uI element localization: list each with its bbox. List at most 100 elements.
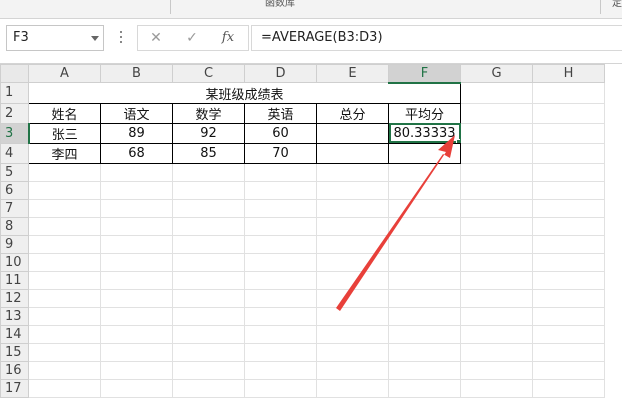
cell[interactable]: [244, 378, 317, 398]
column-header-d[interactable]: D: [244, 64, 317, 83]
column-header-f[interactable]: F: [388, 64, 461, 84]
row-header-15[interactable]: 15: [0, 342, 29, 362]
cell[interactable]: [100, 216, 173, 236]
cell[interactable]: [460, 342, 533, 362]
more-options-icon[interactable]: [118, 31, 124, 45]
row-header-3[interactable]: 3: [0, 122, 30, 144]
cell[interactable]: [28, 306, 101, 326]
cell[interactable]: [460, 234, 533, 254]
cell[interactable]: [388, 306, 461, 326]
row-header-8[interactable]: 8: [0, 216, 29, 236]
cell[interactable]: [460, 324, 533, 344]
header-cell-chinese[interactable]: 语文: [100, 102, 173, 124]
cell[interactable]: [460, 306, 533, 326]
column-header-h[interactable]: H: [532, 64, 605, 83]
cell[interactable]: [172, 270, 245, 290]
cell[interactable]: [460, 102, 533, 124]
enter-icon[interactable]: ✓: [178, 28, 206, 48]
insert-function-icon[interactable]: fx: [214, 28, 242, 48]
cell-total[interactable]: [316, 142, 389, 164]
cell[interactable]: [28, 180, 101, 200]
cell[interactable]: [532, 216, 605, 236]
cell[interactable]: [172, 198, 245, 218]
cell[interactable]: [244, 162, 317, 182]
cell[interactable]: [388, 252, 461, 272]
cell[interactable]: [244, 270, 317, 290]
cell[interactable]: [460, 288, 533, 308]
cell[interactable]: [532, 324, 605, 344]
cell[interactable]: [100, 252, 173, 272]
cell[interactable]: [460, 270, 533, 290]
cell-math[interactable]: 92: [172, 122, 245, 144]
cell-name[interactable]: 张三: [28, 122, 101, 144]
cell[interactable]: [316, 180, 389, 200]
cell[interactable]: [28, 324, 101, 344]
cell[interactable]: [316, 252, 389, 272]
cell[interactable]: [460, 198, 533, 218]
header-cell-total[interactable]: 总分: [316, 102, 389, 124]
cell[interactable]: [532, 142, 605, 164]
row-header-4[interactable]: 4: [0, 142, 29, 164]
cell[interactable]: [532, 306, 605, 326]
cell[interactable]: [244, 180, 317, 200]
cell[interactable]: [172, 180, 245, 200]
row-header-16[interactable]: 16: [0, 360, 29, 380]
cell[interactable]: [28, 288, 101, 308]
column-header-c[interactable]: C: [172, 64, 245, 83]
cell[interactable]: [244, 342, 317, 362]
cell[interactable]: [532, 342, 605, 362]
cell[interactable]: [532, 360, 605, 380]
cell[interactable]: [172, 378, 245, 398]
cell[interactable]: [316, 288, 389, 308]
cell[interactable]: [316, 234, 389, 254]
cell[interactable]: [388, 270, 461, 290]
row-header-5[interactable]: 5: [0, 162, 29, 182]
formula-input[interactable]: =AVERAGE(B3:D3): [251, 25, 622, 51]
header-cell-average[interactable]: 平均分: [388, 102, 461, 124]
header-cell-math[interactable]: 数学: [172, 102, 245, 124]
cell-chinese[interactable]: 68: [100, 142, 173, 164]
cell[interactable]: [316, 198, 389, 218]
cell[interactable]: [244, 234, 317, 254]
cell-total[interactable]: [316, 122, 389, 144]
cell[interactable]: [100, 180, 173, 200]
cell[interactable]: [100, 306, 173, 326]
cell[interactable]: [100, 234, 173, 254]
row-header-13[interactable]: 13: [0, 306, 29, 326]
row-header-7[interactable]: 7: [0, 198, 29, 218]
chevron-down-icon[interactable]: [91, 36, 99, 41]
cell[interactable]: [532, 82, 605, 104]
cell[interactable]: [388, 180, 461, 200]
cell[interactable]: [244, 288, 317, 308]
cell[interactable]: [100, 342, 173, 362]
row-header-12[interactable]: 12: [0, 288, 29, 308]
cell[interactable]: [460, 360, 533, 380]
cell[interactable]: [244, 360, 317, 380]
cell[interactable]: [100, 198, 173, 218]
cell[interactable]: [28, 252, 101, 272]
column-header-g[interactable]: G: [460, 64, 533, 83]
cell[interactable]: [244, 198, 317, 218]
cell-english[interactable]: 60: [244, 122, 317, 144]
cell[interactable]: [100, 378, 173, 398]
cell[interactable]: [100, 270, 173, 290]
cell[interactable]: [532, 122, 605, 144]
cell[interactable]: [532, 102, 605, 124]
cell-name[interactable]: 李四: [28, 142, 101, 164]
cell[interactable]: [172, 234, 245, 254]
cell[interactable]: [532, 180, 605, 200]
cell[interactable]: [460, 82, 533, 104]
cell[interactable]: [532, 198, 605, 218]
name-box[interactable]: F3: [6, 25, 104, 51]
cell[interactable]: [316, 306, 389, 326]
cell[interactable]: [244, 216, 317, 236]
cell[interactable]: [460, 162, 533, 182]
cell[interactable]: [316, 216, 389, 236]
cell[interactable]: [388, 342, 461, 362]
cell[interactable]: [388, 216, 461, 236]
cell[interactable]: [532, 162, 605, 182]
cancel-icon[interactable]: ✕: [142, 28, 170, 48]
cell[interactable]: [316, 324, 389, 344]
select-all-corner[interactable]: [0, 64, 29, 83]
cell[interactable]: [316, 378, 389, 398]
